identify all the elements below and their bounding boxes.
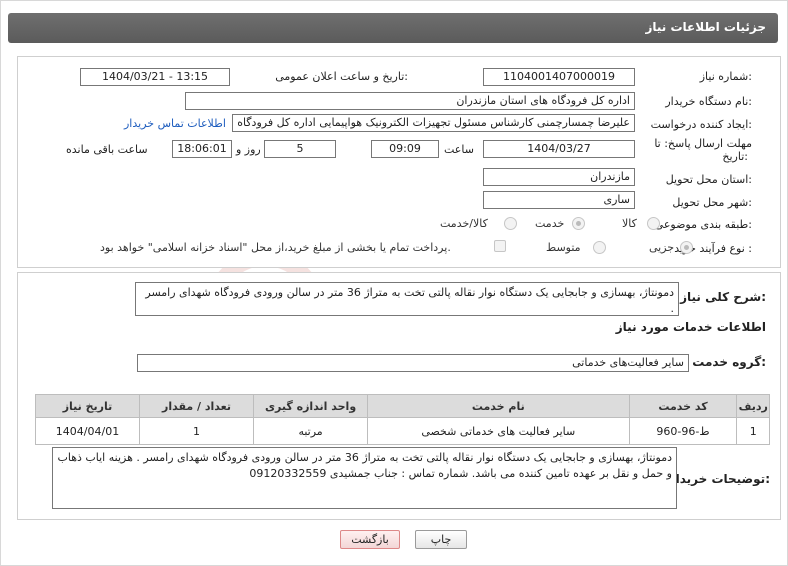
info-panel (17, 56, 781, 268)
process-radio-minor[interactable] (680, 241, 693, 254)
table-header-row: ردیف کد خدمت نام خدمت واحد اندازه گیری ت… (35, 394, 770, 418)
col-unit-header: واحد اندازه گیری (253, 394, 369, 418)
general-desc-label: شرح کلی نیاز: (680, 290, 766, 304)
remaining-label: ساعت باقی مانده (66, 143, 148, 156)
city-field: ساری (483, 191, 635, 209)
cell-row-number: 1 (736, 417, 770, 445)
category-radio-goods[interactable] (647, 217, 660, 230)
service-group-label: گروه خدمت: (692, 355, 766, 369)
table-row: 1 ط-96-960 سایر فعالیت های خدماتی شخصی م… (35, 417, 770, 445)
col-row-header: ردیف (736, 394, 770, 418)
cell-unit: مرتبه (253, 417, 369, 445)
announce-field: 1404/03/21 - 13:15 (80, 68, 230, 86)
creator-label: ایجاد کننده درخواست: (650, 118, 752, 131)
buyer-notes-text: دمونتاژ، بهسازی و جابجایی یک دستگاه نوار… (52, 447, 677, 509)
deadline-date-field: 1404/03/27 (483, 140, 635, 158)
category-option-goods-service: کالا/خدمت (440, 217, 488, 230)
city-label: شهر محل تحویل: (672, 196, 752, 209)
deadline-label-2: تاریخ: (722, 150, 748, 163)
category-label: طبقه بندی موضوعی: (654, 218, 752, 231)
payment-note: پرداخت تمام یا بخشی از مبلغ خرید،از محل … (100, 241, 451, 254)
col-code-header: کد خدمت (628, 394, 738, 418)
col-name-header: نام خدمت (367, 394, 630, 418)
buyer-org-field: اداره کل فرودگاه های استان مازندران (185, 92, 635, 110)
remaining-time-field: 18:06:01 (172, 140, 232, 158)
buyer-contact-link[interactable]: اطلاعات تماس خریدار (124, 117, 226, 130)
category-radio-service[interactable] (572, 217, 585, 230)
announce-label: تاریخ و ساعت اعلان عمومی: (275, 70, 408, 83)
cell-service-name: سایر فعالیت های خدماتی شخصی (367, 417, 630, 445)
service-group-field: سایر فعالیت‌های خدماتی (137, 354, 689, 372)
col-date-header: تاریخ نیاز (35, 394, 140, 418)
creator-field: علیرضا چمسارچمنی کارشناس مسئول تجهیزات ا… (232, 114, 635, 132)
process-option-medium: متوسط (546, 241, 581, 254)
days-label: روز و (236, 143, 261, 156)
print-button[interactable]: چاپ (415, 530, 467, 549)
province-field: مازندران (483, 168, 635, 186)
back-button[interactable]: بازگشت (340, 530, 400, 549)
services-section-title: اطلاعات خدمات مورد نیاز (615, 320, 766, 334)
process-radio-medium[interactable] (593, 241, 606, 254)
general-desc-text: دمونتاژ، بهسازی و جابجایی یک دستگاه نوار… (135, 282, 679, 316)
category-radio-goods-service[interactable] (504, 217, 517, 230)
header-bar: جزئیات اطلاعات نیاز (8, 13, 778, 43)
page-title: جزئیات اطلاعات نیاز (645, 20, 766, 34)
cell-quantity: 1 (138, 417, 255, 445)
province-label: استان محل تحویل: (665, 173, 752, 186)
days-field: 5 (264, 140, 336, 158)
process-option-minor: جزیی (649, 241, 675, 254)
col-qty-header: تعداد / مقدار (138, 394, 255, 418)
deadline-label: مهلت ارسال پاسخ: تا (654, 137, 752, 150)
deadline-time-field: 09:09 (371, 140, 439, 158)
category-option-goods: کالا (622, 217, 637, 230)
need-number-label: شماره نیاز: (699, 70, 752, 83)
payment-checkbox[interactable] (494, 240, 506, 252)
deadline-time-label: ساعت (444, 143, 474, 156)
buyer-notes-label: توضیحات خریدار: (668, 472, 770, 486)
need-number-field: 1104001407000019 (483, 68, 635, 86)
category-option-service: خدمت (535, 217, 565, 230)
services-table: ردیف کد خدمت نام خدمت واحد اندازه گیری ت… (35, 394, 770, 445)
cell-need-date: 1404/04/01 (35, 417, 140, 445)
buyer-org-label: نام دستگاه خریدار: (665, 95, 752, 108)
cell-service-code: ط-96-960 (628, 417, 738, 445)
